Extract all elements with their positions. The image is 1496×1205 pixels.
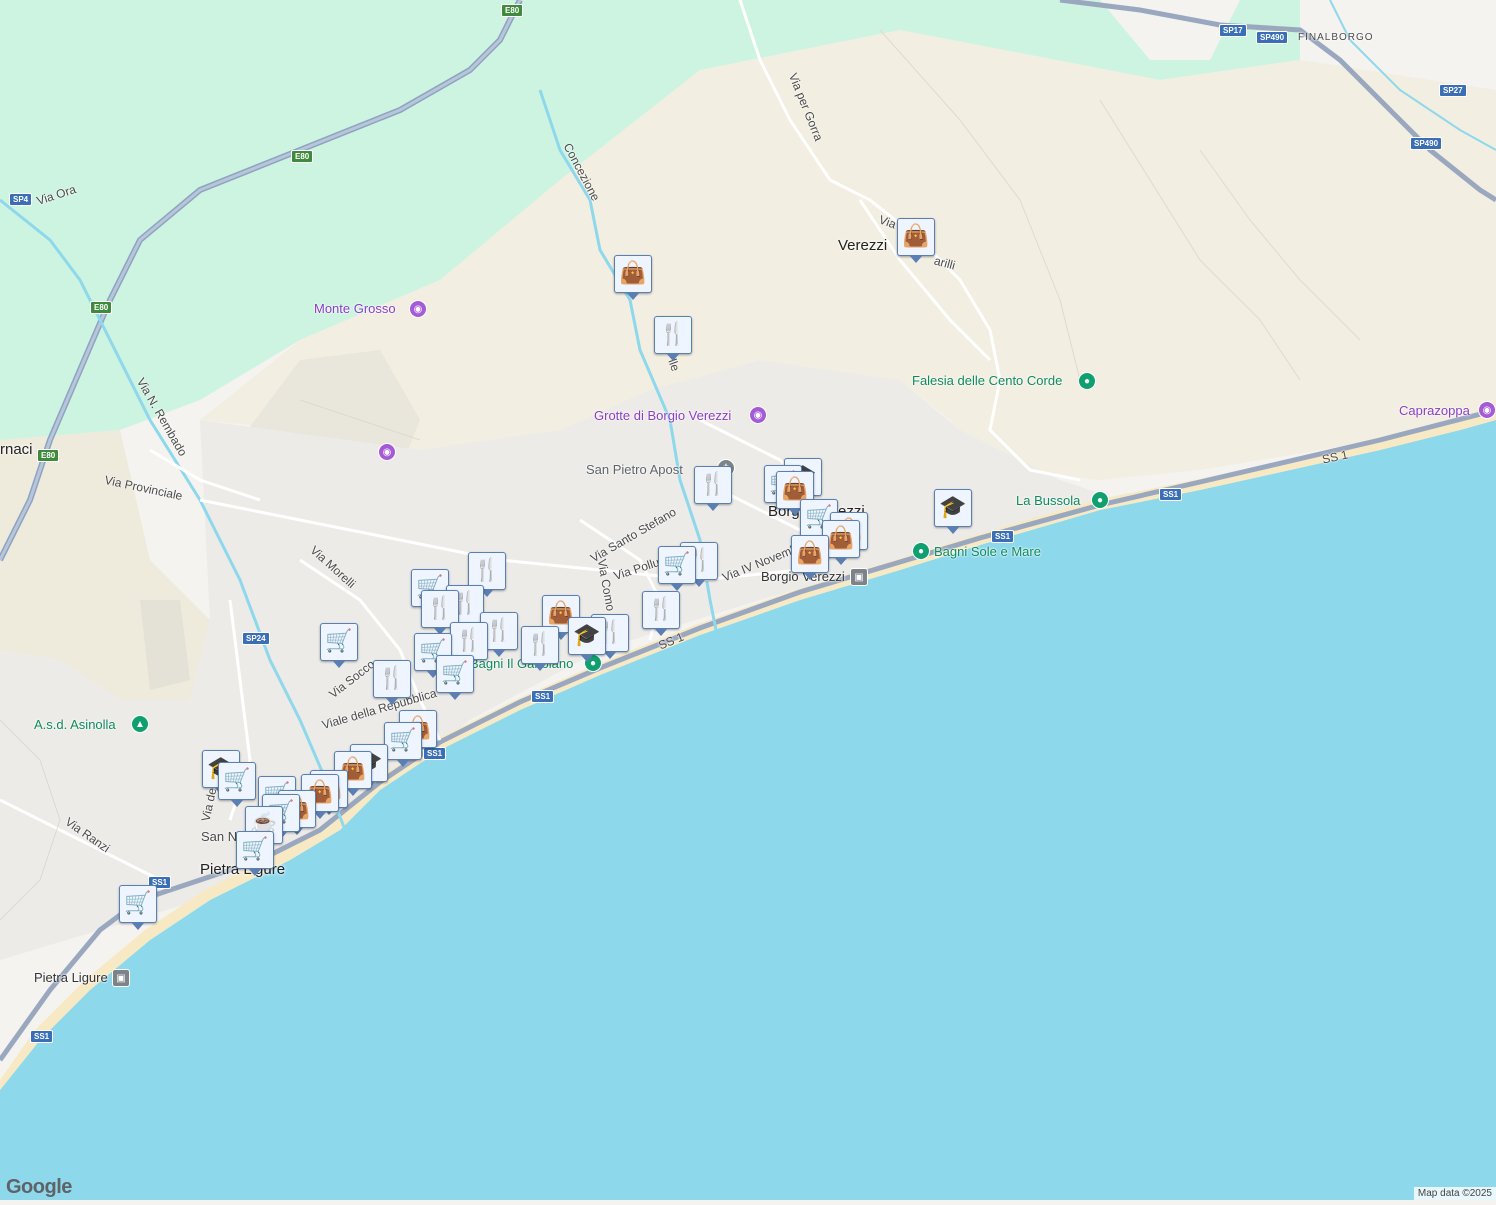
- poi-label-bagni-sole-e-mare[interactable]: Bagni Sole e Mare: [934, 544, 1041, 559]
- shopping-bag-icon[interactable]: 👜: [897, 218, 935, 263]
- road-shield-sp27: SP27: [1439, 84, 1467, 97]
- road-shield-sp17: SP17: [1219, 24, 1247, 37]
- street-label: San N: [201, 829, 238, 844]
- tree-icon[interactable]: ▲: [131, 715, 149, 733]
- road-shield-sp490: SP490: [1256, 31, 1289, 44]
- shopping-cart-icon[interactable]: 🛒: [320, 623, 358, 668]
- poi-label-caprazoppa[interactable]: Caprazoppa: [1399, 403, 1470, 418]
- poi-label-asinolla[interactable]: A.s.d. Asinolla: [34, 717, 116, 732]
- place-label-verezzi: Verezzi: [838, 237, 888, 254]
- road-shield-e80: E80: [37, 449, 60, 462]
- fork-knife-icon[interactable]: 🍴: [654, 316, 692, 361]
- shopping-cart-icon[interactable]: 🛒: [218, 762, 256, 807]
- camera-icon[interactable]: ◉: [1478, 401, 1496, 419]
- road-shield-e80: E80: [501, 4, 524, 17]
- camera-icon[interactable]: ◉: [378, 443, 396, 461]
- graduation-cap-icon[interactable]: 🎓: [934, 489, 972, 534]
- place-label-fornaci: rnaci: [0, 441, 33, 458]
- fork-knife-icon[interactable]: 🍴: [694, 466, 732, 511]
- shopping-cart-icon[interactable]: 🛒: [436, 655, 474, 700]
- poi-label-station-pietra[interactable]: Pietra Ligure: [34, 970, 108, 985]
- poi-label-san-pietro[interactable]: San Pietro Apost: [586, 462, 683, 477]
- pin-dot-icon[interactable]: ●: [1091, 491, 1109, 509]
- camera-icon[interactable]: ◉: [409, 300, 427, 318]
- shopping-bag-icon[interactable]: 👜: [614, 255, 652, 300]
- road-shield-e80: E80: [291, 150, 314, 163]
- pin-dot-icon[interactable]: ●: [1078, 372, 1096, 390]
- road-shield-ss1: SS1: [991, 530, 1015, 543]
- shopping-cart-icon[interactable]: 🛒: [384, 722, 422, 767]
- map-attribution[interactable]: Map data ©2025: [1413, 1187, 1496, 1200]
- road-shield-ss1: SS1: [1159, 488, 1183, 501]
- map-canvas[interactable]: E80 E80 E80 E80 SP4 SP24 SP17 SP490 SP27…: [0, 0, 1496, 1200]
- road-shield-ss1: SS1: [531, 690, 555, 703]
- train-icon[interactable]: ▣: [850, 568, 868, 586]
- camera-icon[interactable]: ◉: [749, 406, 767, 424]
- road-shield-e80: E80: [90, 301, 113, 314]
- road-shield-sp4: SP4: [9, 193, 33, 206]
- shopping-bag-icon[interactable]: 👜: [791, 535, 829, 580]
- poi-label-monte-grosso[interactable]: Monte Grosso: [314, 301, 396, 316]
- google-logo: Google: [6, 1176, 72, 1198]
- poi-label-grotte[interactable]: Grotte di Borgio Verezzi: [594, 408, 731, 423]
- shopping-cart-icon[interactable]: 🛒: [658, 546, 696, 591]
- map-base-layer: [0, 0, 1496, 1200]
- place-label-finalborgo: FINALBORGO: [1298, 32, 1374, 43]
- shopping-cart-icon[interactable]: 🛒: [236, 831, 274, 876]
- fork-knife-icon[interactable]: 🍴: [373, 660, 411, 705]
- road-shield-sp490: SP490: [1410, 137, 1443, 150]
- poi-label-falesia[interactable]: Falesia delle Cento Corde: [912, 373, 1062, 388]
- road-shield-ss1: SS1: [423, 747, 447, 760]
- pin-dot-icon[interactable]: ●: [912, 542, 930, 560]
- fork-knife-icon[interactable]: 🍴: [521, 626, 559, 671]
- road-shield-ss1: SS1: [30, 1030, 54, 1043]
- train-icon[interactable]: ▣: [112, 969, 130, 987]
- poi-label-la-bussola[interactable]: La Bussola: [1016, 493, 1080, 508]
- shopping-cart-icon[interactable]: 🛒: [119, 885, 157, 930]
- road-shield-sp24: SP24: [242, 632, 270, 645]
- fork-knife-icon[interactable]: 🍴: [642, 591, 680, 636]
- graduation-cap-icon[interactable]: 🎓: [568, 617, 606, 662]
